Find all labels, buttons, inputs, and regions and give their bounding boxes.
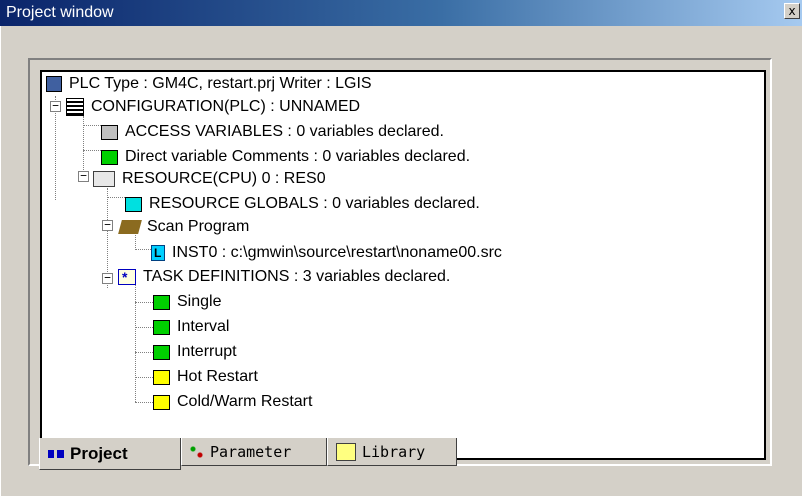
- yellow-folder-icon: [153, 394, 170, 410]
- gray-folder-icon: [101, 124, 118, 140]
- tree-item-access-variables[interactable]: ACCESS VARIABLES : 0 variables declared.: [101, 120, 444, 144]
- library-icon: [336, 442, 356, 461]
- tab-project[interactable]: Project: [39, 438, 181, 470]
- project-tree[interactable]: − − − − PLC Type : GM4C, restart.prj Wri…: [40, 70, 766, 460]
- project-icon: [48, 449, 64, 458]
- tree-item-task-cold-warm-restart[interactable]: Cold/Warm Restart: [153, 390, 312, 414]
- tree-item-resource-globals[interactable]: RESOURCE GLOBALS : 0 variables declared.: [125, 192, 480, 216]
- green-folder-icon: [153, 319, 170, 335]
- green-folder-icon: [101, 149, 118, 165]
- parameter-icon: [190, 445, 204, 458]
- title-bar: Project window x: [0, 0, 802, 26]
- green-folder-icon: [153, 294, 170, 310]
- green-folder-icon: [153, 344, 170, 360]
- configuration-icon: [66, 98, 84, 116]
- expand-configuration[interactable]: −: [50, 100, 61, 112]
- tree-root-label: PLC Type : GM4C, restart.prj Writer : LG…: [69, 75, 372, 92]
- window-title: Project window: [6, 4, 114, 21]
- tree-item-resource[interactable]: RESOURCE(CPU) 0 : RES0: [93, 167, 326, 191]
- cpu-icon: [93, 171, 115, 187]
- tree-item-task-definitions[interactable]: TASK DEFINITIONS : 3 variables declared.: [118, 265, 450, 289]
- tree-item-task-interval[interactable]: Interval: [153, 315, 229, 339]
- tree-item-task-interrupt[interactable]: Interrupt: [153, 340, 237, 364]
- tree-item-task-single[interactable]: Single: [153, 290, 221, 314]
- expand-resource[interactable]: −: [78, 170, 89, 182]
- open-folder-icon: [118, 220, 142, 234]
- program-file-icon: [151, 241, 165, 265]
- tab-parameter[interactable]: Parameter: [181, 438, 327, 466]
- close-button[interactable]: x: [784, 3, 800, 19]
- tree-item-task-hot-restart[interactable]: Hot Restart: [153, 365, 258, 389]
- tree-item-configuration[interactable]: CONFIGURATION(PLC) : UNNAMED: [66, 95, 360, 119]
- task-icon: [118, 265, 136, 289]
- tree-item-inst0[interactable]: INST0 : c:\gmwin\source\restart\noname00…: [151, 241, 502, 265]
- yellow-folder-icon: [153, 369, 170, 385]
- expand-task-definitions[interactable]: −: [102, 272, 113, 284]
- tree-panel: − − − − PLC Type : GM4C, restart.prj Wri…: [28, 58, 772, 466]
- tab-library[interactable]: Library: [327, 438, 457, 466]
- cyan-folder-icon: [125, 196, 142, 212]
- tree-item-scan-program[interactable]: Scan Program: [118, 215, 249, 239]
- window-frame: − − − − PLC Type : GM4C, restart.prj Wri…: [0, 26, 802, 496]
- tree-root[interactable]: PLC Type : GM4C, restart.prj Writer : LG…: [46, 72, 372, 96]
- tree-item-direct-comments[interactable]: Direct variable Comments : 0 variables d…: [101, 145, 470, 169]
- project-root-icon: [46, 76, 62, 92]
- expand-scan-program[interactable]: −: [102, 219, 113, 231]
